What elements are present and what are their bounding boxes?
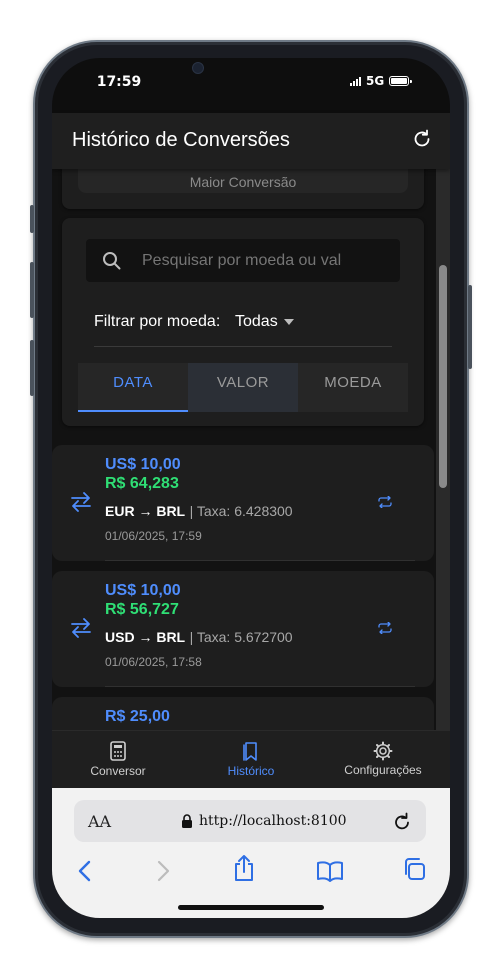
tab-history-label: Histórico bbox=[227, 764, 275, 778]
action-button bbox=[30, 205, 34, 233]
from-amount: US$ 10,00 bbox=[105, 456, 181, 473]
tab-settings-label: Configurações bbox=[344, 763, 422, 777]
network-type: 5G bbox=[366, 74, 385, 88]
repeat-conversion-button[interactable] bbox=[376, 619, 394, 637]
conversion-item[interactable]: US$ 10,00 R$ 56,727 USD → BRL | Taxa: 5.… bbox=[52, 571, 434, 687]
from-amount: R$ 25,00 bbox=[105, 708, 170, 725]
lock-icon bbox=[182, 814, 192, 828]
back-icon[interactable] bbox=[78, 860, 92, 882]
tab-date[interactable]: DATA bbox=[78, 363, 188, 412]
address-bar[interactable]: AA http://localhost:8100 bbox=[74, 800, 426, 842]
stats-card: Maior Conversão bbox=[62, 169, 424, 209]
share-icon[interactable] bbox=[232, 854, 256, 882]
browser-toolbar: AA http://localhost:8100 bbox=[52, 788, 450, 918]
repeat-icon bbox=[378, 495, 392, 509]
conversion-item[interactable]: R$ 25,00 bbox=[52, 697, 434, 730]
filter-value: Todas bbox=[235, 313, 278, 330]
tab-bar: Conversor Histórico Configurações bbox=[52, 730, 450, 789]
tab-currency[interactable]: MOEDA bbox=[298, 363, 408, 412]
swap-icon bbox=[71, 618, 91, 638]
currency-filter[interactable]: Filtrar por moeda: Todas bbox=[94, 298, 392, 347]
pair-rate-line: USD → BRL | Taxa: 5.672700 bbox=[105, 629, 293, 647]
page-title: Histórico de Conversões bbox=[72, 129, 290, 151]
filter-label: Filtrar por moeda: bbox=[94, 313, 221, 330]
forward-icon bbox=[157, 860, 170, 882]
device-screen: 17:59 5G Histórico de Conversões Maior C… bbox=[52, 58, 450, 918]
text-size-button[interactable]: AA bbox=[88, 812, 111, 831]
battery-icon bbox=[389, 76, 413, 86]
currency-pair: USD → BRL bbox=[105, 629, 186, 645]
tab-value[interactable]: VALOR bbox=[188, 363, 298, 412]
currency-pair: EUR → BRL bbox=[105, 503, 186, 519]
tab-currency-label: MOEDA bbox=[324, 374, 382, 391]
home-indicator bbox=[178, 905, 324, 910]
tabs-icon[interactable] bbox=[402, 857, 426, 881]
tab-date-label: DATA bbox=[113, 374, 153, 391]
signal-icon bbox=[350, 76, 361, 86]
scrollbar-thumb[interactable] bbox=[439, 265, 447, 488]
gear-icon bbox=[373, 741, 393, 761]
refresh-button[interactable] bbox=[410, 127, 434, 151]
scrollbar[interactable] bbox=[436, 169, 450, 730]
repeat-icon bbox=[378, 621, 392, 635]
conversion-date: 01/06/2025, 17:58 bbox=[105, 655, 202, 669]
conversion-item[interactable]: US$ 10,00 R$ 64,283 EUR → BRL | Taxa: 6.… bbox=[52, 445, 434, 561]
max-conversion-stat: Maior Conversão bbox=[78, 169, 408, 193]
conversion-date: 01/06/2025, 17:59 bbox=[105, 529, 202, 543]
refresh-icon bbox=[414, 129, 430, 147]
tab-value-label: VALOR bbox=[216, 374, 270, 391]
app-header: Histórico de Conversões bbox=[52, 113, 450, 169]
tab-converter[interactable]: Conversor bbox=[68, 739, 168, 785]
calculator-icon bbox=[110, 741, 126, 761]
bookmarks-icon[interactable] bbox=[316, 860, 344, 882]
history-content[interactable]: Maior Conversão Filtrar por moeda: Todas… bbox=[52, 169, 450, 730]
volume-up-button bbox=[30, 262, 34, 318]
swap-icon bbox=[71, 492, 91, 512]
sort-tabs: DATA VALOR MOEDA bbox=[78, 363, 408, 412]
status-time: 17:59 bbox=[96, 74, 142, 90]
exchange-rate: | Taxa: 6.428300 bbox=[189, 503, 293, 519]
filter-card: Filtrar por moeda: Todas DATA VALOR MOED… bbox=[62, 218, 424, 426]
tab-history[interactable]: Histórico bbox=[201, 739, 301, 785]
url-text: http://localhost:8100 bbox=[199, 813, 347, 829]
exchange-rate: | Taxa: 5.672700 bbox=[189, 629, 293, 645]
pair-rate-line: EUR → BRL | Taxa: 6.428300 bbox=[105, 503, 293, 521]
front-camera bbox=[192, 62, 204, 74]
chevron-down-icon bbox=[284, 319, 294, 325]
volume-down-button bbox=[30, 340, 34, 396]
status-indicators: 5G bbox=[350, 74, 413, 88]
card-divider bbox=[105, 686, 415, 687]
bookmark-icon bbox=[243, 742, 257, 761]
to-amount: R$ 56,727 bbox=[105, 601, 179, 618]
search-input[interactable] bbox=[142, 250, 342, 272]
reload-icon[interactable] bbox=[392, 810, 412, 832]
to-amount: R$ 64,283 bbox=[105, 475, 179, 492]
tab-converter-label: Conversor bbox=[90, 764, 146, 778]
search-bar[interactable] bbox=[86, 239, 400, 282]
power-button bbox=[468, 285, 472, 369]
repeat-conversion-button[interactable] bbox=[376, 493, 394, 511]
tab-settings[interactable]: Configurações bbox=[328, 739, 438, 785]
search-icon bbox=[103, 252, 121, 270]
from-amount: US$ 10,00 bbox=[105, 582, 181, 599]
card-divider bbox=[105, 560, 415, 561]
stat-label: Maior Conversão bbox=[189, 174, 297, 190]
